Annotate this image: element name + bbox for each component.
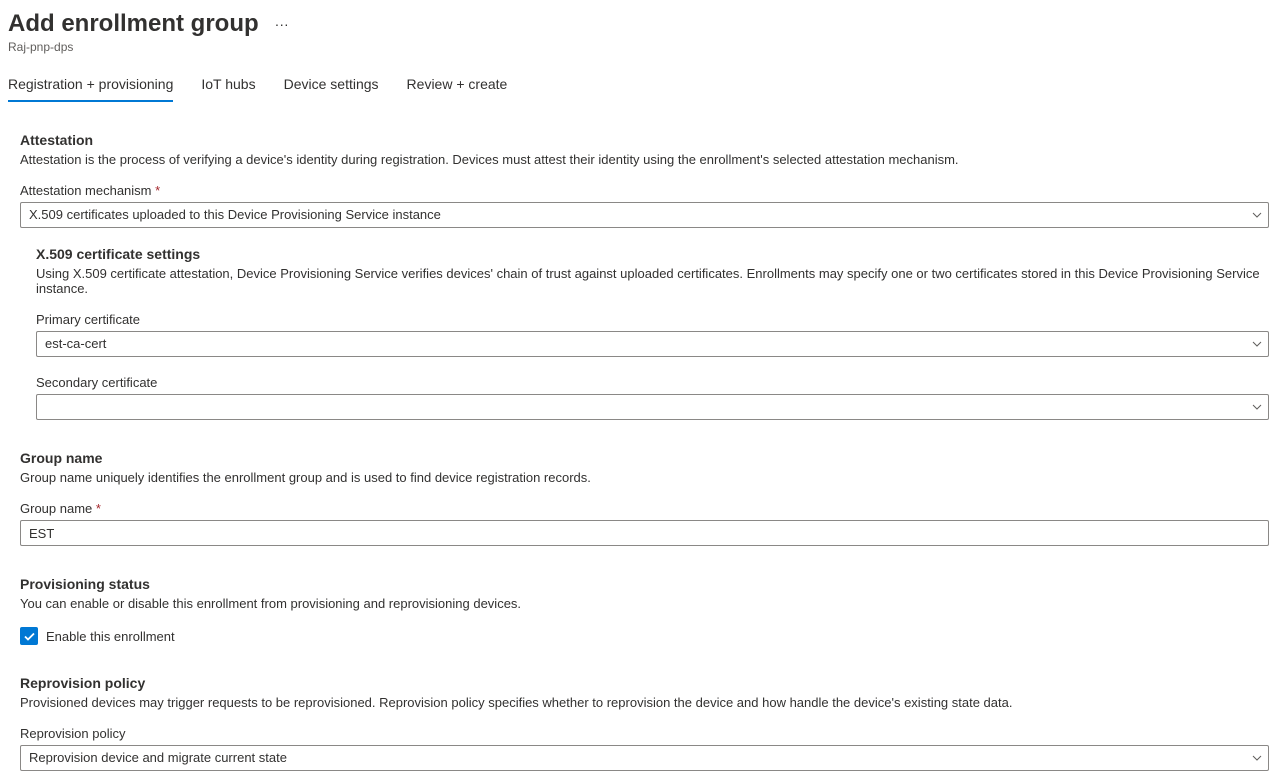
provisioning-status-description: You can enable or disable this enrollmen… [20,596,1269,611]
tab-registration-provisioning[interactable]: Registration + provisioning [8,70,173,102]
group-name-description: Group name uniquely identifies the enrol… [20,470,1269,485]
provisioning-status-heading: Provisioning status [20,576,1269,592]
tab-review-create[interactable]: Review + create [407,70,508,102]
primary-certificate-select[interactable]: est-ca-cert [36,331,1269,357]
group-name-input[interactable] [20,520,1269,546]
reprovision-policy-description: Provisioned devices may trigger requests… [20,695,1269,710]
attestation-description: Attestation is the process of verifying … [20,152,1269,167]
secondary-certificate-label: Secondary certificate [36,375,1269,390]
primary-certificate-label: Primary certificate [36,312,1269,327]
reprovision-policy-heading: Reprovision policy [20,675,1269,691]
reprovision-policy-label: Reprovision policy [20,726,1269,741]
enable-enrollment-checkbox[interactable] [20,627,38,645]
tab-iot-hubs[interactable]: IoT hubs [201,70,255,102]
tab-bar: Registration + provisioning IoT hubs Dev… [8,70,1269,102]
attestation-heading: Attestation [20,132,1269,148]
resource-subtitle: Raj-pnp-dps [8,40,1269,54]
attestation-mechanism-select[interactable]: X.509 certificates uploaded to this Devi… [20,202,1269,228]
x509-settings-heading: X.509 certificate settings [36,246,1269,262]
group-name-label: Group name * [20,501,1269,516]
page-title: Add enrollment group [8,10,259,38]
group-name-heading: Group name [20,450,1269,466]
secondary-certificate-select[interactable] [36,394,1269,420]
attestation-mechanism-label: Attestation mechanism * [20,183,1269,198]
tab-device-settings[interactable]: Device settings [284,70,379,102]
x509-settings-description: Using X.509 certificate attestation, Dev… [36,266,1269,296]
more-actions-button[interactable]: ··· [271,14,293,34]
enable-enrollment-label: Enable this enrollment [46,629,175,644]
reprovision-policy-select[interactable]: Reprovision device and migrate current s… [20,745,1269,771]
